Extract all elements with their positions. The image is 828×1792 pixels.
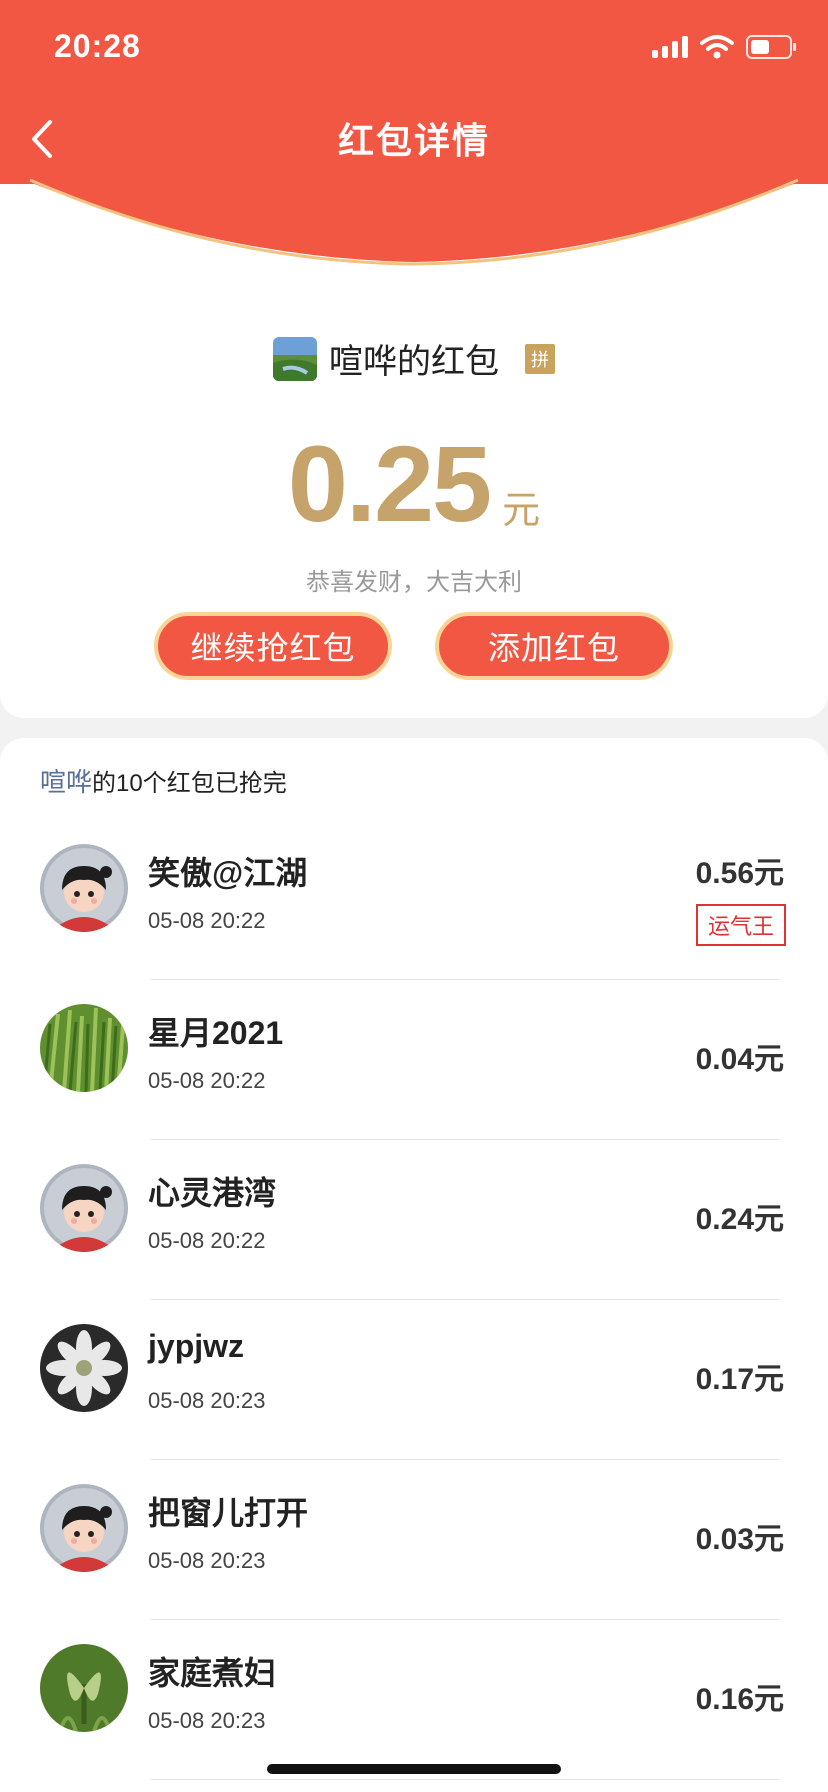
receiver-name: 家庭煮妇 bbox=[148, 1655, 277, 1691]
receiver-name: 星月2021 bbox=[148, 1015, 284, 1051]
receive-time: 05-08 20:23 bbox=[148, 1388, 266, 1413]
summary-sender-link[interactable]: 喧哗 bbox=[40, 767, 92, 797]
green-plant-avatar bbox=[40, 1644, 128, 1732]
receive-time: 05-08 20:23 bbox=[148, 1708, 266, 1733]
list-item[interactable]: 把窗儿打开 05-08 20:23 0.03元 bbox=[0, 1460, 828, 1620]
red-packet-detail-page: 20:28 红包详情 喧哗的红包 拼 0.25 元 恭喜发财，大吉大利 继续抢红… bbox=[0, 0, 828, 1792]
row-divider bbox=[150, 1779, 780, 1780]
list-item[interactable]: jypjwz 05-08 20:23 0.17元 bbox=[0, 1300, 828, 1460]
receive-amount: 0.04元 bbox=[695, 1043, 784, 1076]
white-flower-avatar bbox=[40, 1324, 128, 1412]
cartoon-avatar-icon bbox=[40, 1164, 128, 1252]
receive-amount: 0.17元 bbox=[695, 1363, 784, 1396]
receive-time: 05-08 20:22 bbox=[148, 908, 266, 933]
summary-text: 的10个红包已抢完 bbox=[92, 770, 287, 797]
receivers-list: 笑傲@江湖 05-08 20:22 0.56元 运气王 星月2021 05-08… bbox=[0, 820, 828, 1780]
header-arc bbox=[0, 170, 828, 266]
receive-time: 05-08 20:22 bbox=[148, 1228, 266, 1253]
cartoon-avatar-icon bbox=[40, 844, 128, 932]
group-packet-badge: 拼 bbox=[525, 343, 555, 374]
receiver-name: 把窗儿打开 bbox=[148, 1495, 309, 1531]
list-item[interactable]: 家庭煮妇 05-08 20:23 0.16元 bbox=[0, 1620, 828, 1780]
continue-grab-button[interactable]: 继续抢红包 bbox=[154, 612, 392, 680]
packet-sender: 喧哗的红包 拼 bbox=[0, 334, 828, 383]
packet-amount: 0.25 元 bbox=[0, 430, 828, 538]
list-item[interactable]: 笑傲@江湖 05-08 20:22 0.56元 运气王 bbox=[0, 820, 828, 980]
receiver-name: jypjwz bbox=[148, 1328, 245, 1364]
luckiest-badge: 运气王 bbox=[695, 904, 786, 946]
list-item[interactable]: 心灵港湾 05-08 20:22 0.24元 bbox=[0, 1140, 828, 1300]
amount-unit: 元 bbox=[502, 490, 541, 532]
home-indicator[interactable] bbox=[267, 1764, 561, 1774]
blessing-text: 恭喜发财，大吉大利 bbox=[306, 569, 522, 596]
receive-time: 05-08 20:23 bbox=[148, 1548, 266, 1573]
receive-amount: 0.56元 bbox=[695, 857, 784, 890]
receiver-name: 笑傲@江湖 bbox=[148, 855, 308, 891]
cartoon-avatar-icon bbox=[40, 1484, 128, 1572]
list-item[interactable]: 星月2021 05-08 20:22 0.04元 bbox=[0, 980, 828, 1140]
receive-amount: 0.24元 bbox=[695, 1203, 784, 1236]
receive-amount: 0.03元 bbox=[695, 1523, 784, 1556]
receiver-name: 心灵港湾 bbox=[148, 1175, 277, 1211]
receive-amount: 0.16元 bbox=[695, 1683, 784, 1716]
receive-time: 05-08 20:22 bbox=[148, 1068, 266, 1093]
landscape-avatar bbox=[273, 336, 317, 381]
packet-sender-name: 喧哗的红包 bbox=[329, 343, 499, 381]
receivers-card: 喧哗的10个红包已抢完 笑傲@江湖 05-08 20:22 0.56元 运气王 bbox=[0, 738, 828, 1792]
wheat-field-avatar bbox=[40, 1004, 128, 1092]
amount-value: 0.25 bbox=[287, 423, 492, 544]
list-summary: 喧哗的10个红包已抢完 bbox=[40, 762, 287, 799]
add-red-packet-button[interactable]: 添加红包 bbox=[435, 612, 673, 680]
